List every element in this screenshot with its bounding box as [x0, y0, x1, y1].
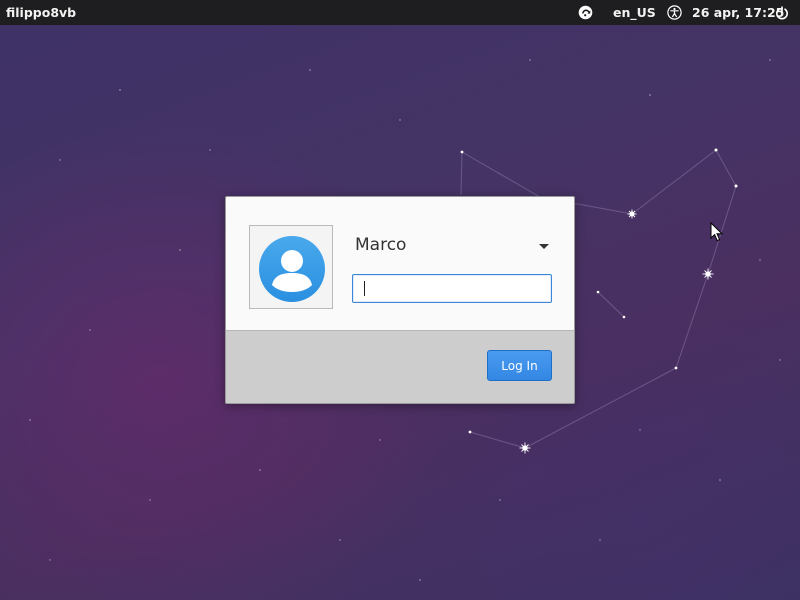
login-button[interactable]: Log In: [487, 350, 552, 381]
login-screen: filippo8vb en_US 26 apr, 17:25 Marco Log…: [0, 0, 800, 600]
chevron-down-icon[interactable]: [539, 244, 549, 249]
username-label[interactable]: Marco: [355, 235, 406, 255]
text-caret: [364, 281, 365, 296]
session-icon[interactable]: [578, 0, 593, 25]
password-field[interactable]: [352, 274, 552, 303]
clock: 26 apr, 17:25: [692, 5, 785, 20]
login-actions: Log In: [226, 331, 574, 403]
login-user-section: Marco: [226, 197, 574, 331]
login-dialog: Marco Log In: [225, 196, 575, 404]
keyboard-layout-indicator[interactable]: en_US: [613, 0, 656, 25]
top-panel: filippo8vb en_US 26 apr, 17:25: [0, 0, 800, 25]
accessibility-icon[interactable]: [667, 0, 682, 25]
hostname-label: filippo8vb: [6, 5, 77, 20]
mouse-cursor: [710, 222, 724, 242]
avatar: [249, 225, 333, 309]
user-avatar-icon: [259, 236, 325, 302]
power-icon[interactable]: [775, 0, 789, 25]
